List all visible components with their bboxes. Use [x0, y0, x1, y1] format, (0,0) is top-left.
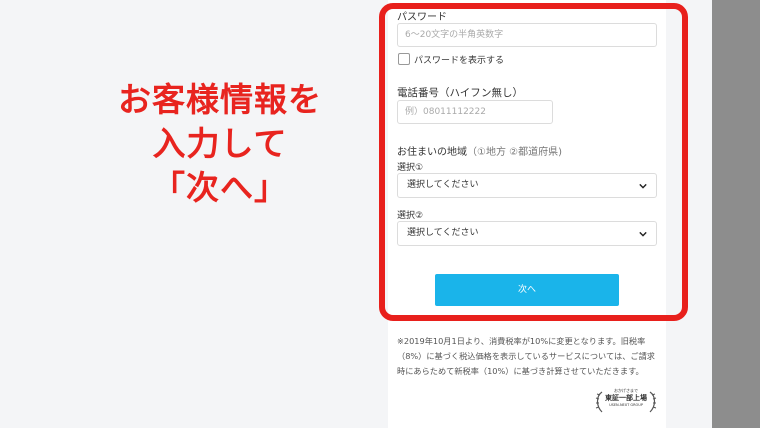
password-label: パスワード — [397, 12, 447, 23]
chevron-down-icon — [639, 183, 647, 189]
tax-note: ※2019年10月1日より、消費税率が10%に変更となります。旧税率（8%）に基… — [397, 336, 655, 376]
laurel-right-icon — [649, 391, 657, 413]
caption-line-3: 「次へ」 — [152, 168, 288, 207]
listing-badge: おかげさまで 東証一部上場 USEN-NEXT GROUP — [594, 388, 658, 414]
select2-label: 選択② — [397, 211, 424, 221]
region-hint: （①地方 ②都道府県) — [467, 147, 563, 158]
caption-line-1: お客様情報を — [118, 80, 322, 119]
region-label-text: お住まいの地域 — [397, 147, 467, 158]
right-shade — [712, 0, 760, 428]
show-password-checkbox[interactable] — [398, 53, 410, 65]
caption-line-2: 入力して — [152, 124, 288, 163]
region-select-1-value: 選択してください — [407, 180, 479, 190]
phone-label: 電話番号（ハイフン無し） — [397, 87, 523, 99]
password-input[interactable]: 6〜20文字の半角英数字 — [397, 23, 657, 47]
region-select-2-value: 選択してください — [407, 228, 479, 238]
region-label: お住まいの地域（①地方 ②都道府県) — [397, 143, 562, 158]
laurel-left-icon — [595, 391, 603, 413]
show-password-label: パスワードを表示する — [414, 56, 505, 66]
select1-label: 選択① — [397, 163, 424, 173]
instruction-caption: お客様情報を 入力して 「次へ」 — [60, 78, 380, 210]
region-select-2[interactable]: 選択してください — [397, 221, 657, 246]
region-select-1[interactable]: 選択してください — [397, 173, 657, 198]
phone-input[interactable]: 例）08011112222 — [397, 100, 553, 124]
chevron-down-icon — [639, 231, 647, 237]
next-button[interactable]: 次へ — [435, 274, 619, 306]
